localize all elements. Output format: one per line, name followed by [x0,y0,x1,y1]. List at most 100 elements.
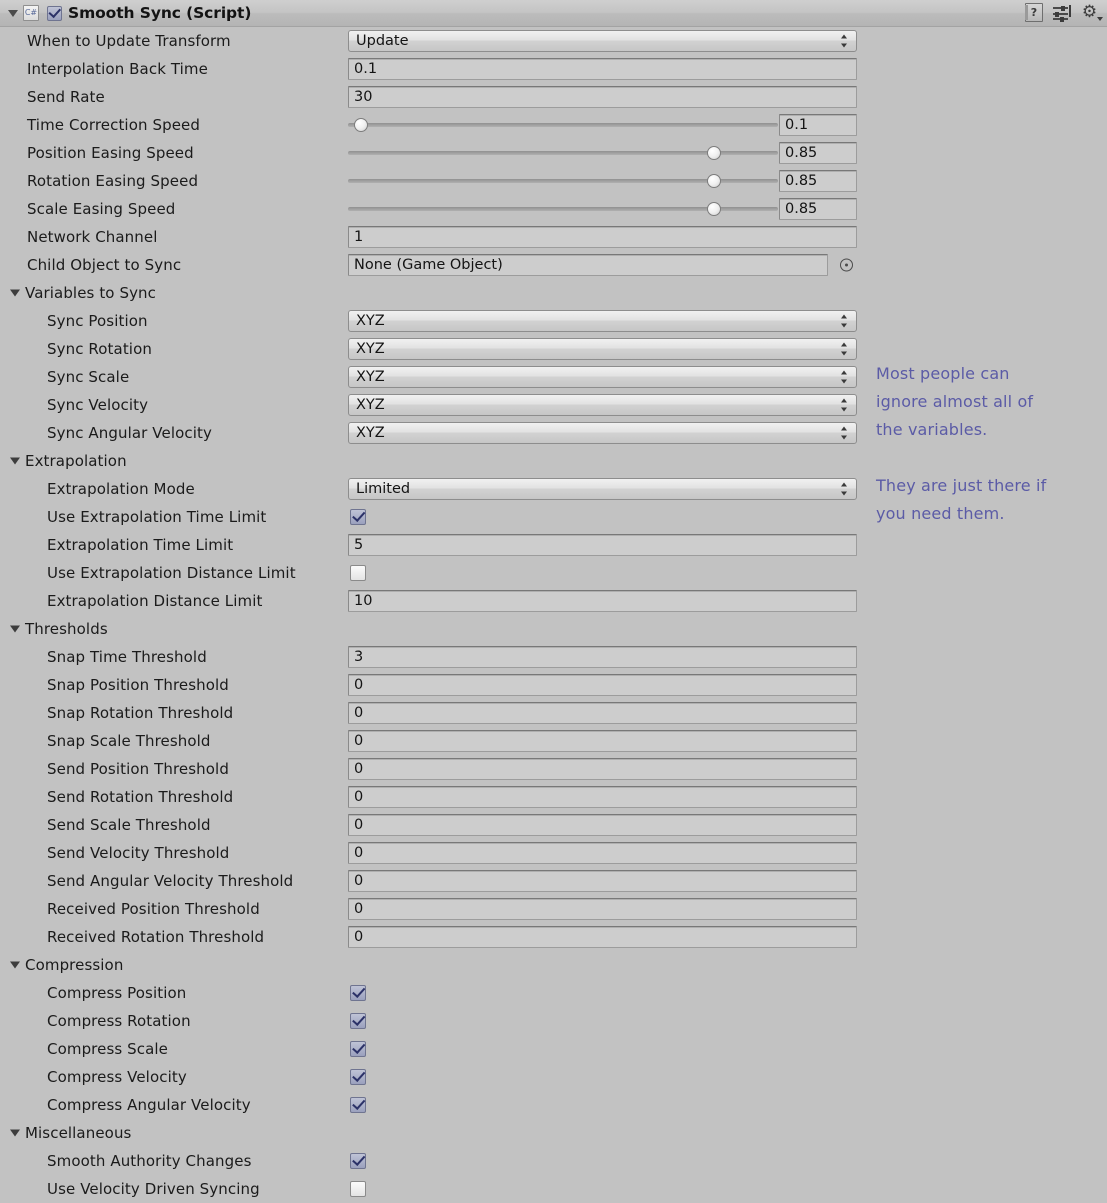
property-row: Compress Rotation [0,1007,1107,1035]
property-row: When to Update Transform Update [0,27,1107,55]
foldout-group-header[interactable]: Miscellaneous [0,1119,1107,1147]
chevron-down-icon [10,625,20,633]
dropdown-value: XYZ [356,425,385,441]
slider-value-input[interactable]: 0.85 [779,198,857,220]
property-label: Snap Scale Threshold [47,732,211,750]
updown-arrow-icon [840,371,847,384]
checkbox-toggle[interactable] [350,1153,366,1169]
gear-icon[interactable]: ⚙ [1080,3,1103,22]
object-reference-field[interactable]: None (Game Object) [348,254,828,276]
checkbox-toggle[interactable] [350,985,366,1001]
object-picker-icon[interactable] [840,258,853,272]
property-label: Use Extrapolation Time Limit [47,508,267,526]
slider-track[interactable] [348,174,778,188]
text-input[interactable]: 0.1 [348,58,857,80]
text-input[interactable]: 0 [348,674,857,696]
text-input[interactable]: 0 [348,786,857,808]
inspector-body: When to Update Transform Update Interpolat… [0,27,1107,1203]
slider-track[interactable] [348,118,778,132]
component-foldout-toggle[interactable] [6,6,20,20]
text-input[interactable]: 1 [348,226,857,248]
updown-arrow-icon [840,343,847,356]
text-input[interactable]: 0 [348,926,857,948]
text-input[interactable]: 0 [348,898,857,920]
text-input[interactable]: 10 [348,590,857,612]
property-row: Compress Position [0,979,1107,1007]
dropdown-select[interactable]: XYZ [348,366,857,388]
text-input[interactable]: 30 [348,86,857,108]
checkbox-toggle[interactable] [350,565,366,581]
updown-arrow-icon [840,399,847,412]
property-row: Send Rate 30 [0,83,1107,111]
updown-arrow-icon [840,427,847,440]
property-label: Snap Time Threshold [47,648,207,666]
property-row: Interpolation Back Time 0.1 [0,55,1107,83]
foldout-group-header[interactable]: Variables to Sync [0,279,1107,307]
dropdown-select[interactable]: XYZ [348,394,857,416]
field-wrapper: XYZ [348,338,857,360]
chevron-down-icon [10,961,20,969]
text-input[interactable]: 0 [348,842,857,864]
component-enabled-checkbox[interactable] [47,5,62,21]
field-wrapper: 1 [348,226,857,248]
text-input[interactable]: 0 [348,730,857,752]
property-row: Scale Easing Speed 0.85 [0,195,1107,223]
foldout-group-header[interactable]: Thresholds [0,615,1107,643]
checkbox-toggle[interactable] [350,1041,366,1057]
text-input[interactable]: 5 [348,534,857,556]
dropdown-select[interactable]: Update [348,30,857,52]
field-wrapper: 0 [348,730,857,752]
dropdown-value: XYZ [356,313,385,329]
property-label: Compress Rotation [47,1012,191,1030]
text-input[interactable]: 3 [348,646,857,668]
preset-icon[interactable] [1052,3,1071,22]
checkbox-toggle[interactable] [350,1097,366,1113]
slider-handle[interactable] [353,118,368,132]
slider-track[interactable] [348,202,778,216]
property-label: When to Update Transform [27,32,231,50]
property-row: Send Scale Threshold 0 [0,811,1107,839]
property-label: Time Correction Speed [27,116,200,134]
text-input[interactable]: 0 [348,758,857,780]
dropdown-select[interactable]: XYZ [348,310,857,332]
field-wrapper: XYZ [348,422,857,444]
property-row: Sync Rotation XYZ [0,335,1107,363]
chevron-down-icon [10,1129,20,1137]
checkbox-toggle[interactable] [350,1181,366,1197]
property-label: Sync Position [47,312,148,330]
slider-handle[interactable] [706,174,721,188]
property-label: Compress Position [47,984,187,1002]
dropdown-select[interactable]: Limited [348,478,857,500]
slider-track[interactable] [348,146,778,160]
foldout-group-header[interactable]: Compression [0,951,1107,979]
property-label: Miscellaneous [25,1124,132,1142]
slider-handle[interactable] [706,146,721,160]
property-label: Snap Position Threshold [47,676,229,694]
slider-value-input[interactable]: 0.85 [779,170,857,192]
dropdown-select[interactable]: XYZ [348,338,857,360]
property-label: Send Rate [27,88,105,106]
field-wrapper: Limited [348,478,857,500]
text-input[interactable]: 0 [348,702,857,724]
property-row: Smooth Authority Changes [0,1147,1107,1175]
foldout-group-header[interactable]: Extrapolation [0,447,1107,475]
property-label: Interpolation Back Time [27,60,208,78]
component-header[interactable]: C# Smooth Sync (Script) ? ⚙ [0,0,1107,27]
slider-value-input[interactable]: 0.85 [779,142,857,164]
field-wrapper: 30 [348,86,857,108]
dropdown-select[interactable]: XYZ [348,422,857,444]
checkbox-toggle[interactable] [350,509,366,525]
checkbox-toggle[interactable] [350,1069,366,1085]
property-row: Compress Scale [0,1035,1107,1063]
property-label: Send Rotation Threshold [47,788,234,806]
checkbox-toggle[interactable] [350,1013,366,1029]
property-label: Send Angular Velocity Threshold [47,872,294,890]
text-input[interactable]: 0 [348,814,857,836]
slider-value-input[interactable]: 0.1 [779,114,857,136]
slider-handle[interactable] [706,202,721,216]
field-wrapper: 0 [348,926,857,948]
property-label: Position Easing Speed [27,144,194,162]
text-input[interactable]: 0 [348,870,857,892]
field-wrapper: 3 [348,646,857,668]
help-icon[interactable]: ? [1025,3,1043,22]
